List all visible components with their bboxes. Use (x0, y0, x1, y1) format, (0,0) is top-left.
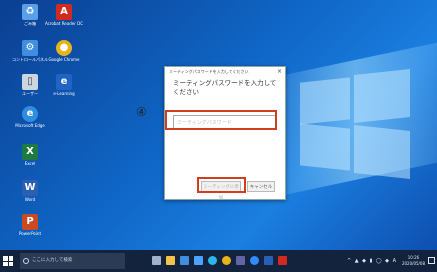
acrobat-taskbar-icon[interactable] (278, 256, 287, 265)
start-icon[interactable] (3, 256, 13, 266)
control-panel-icon: ⚙ (22, 40, 38, 56)
clock-date: 2020/05/08 (401, 261, 425, 266)
word-icon: W (22, 180, 38, 196)
excel-icon: X (22, 144, 38, 160)
password-input-highlight (165, 110, 277, 130)
acrobat-reader-icon: A (56, 4, 72, 20)
desktop-icon-excel[interactable]: X Excel (10, 144, 50, 167)
mail-icon[interactable] (194, 256, 203, 265)
explorer-icon[interactable] (166, 256, 175, 265)
chrome-icon: ● (56, 40, 72, 56)
recycle-bin-icon: ♻ (22, 4, 38, 20)
dialog-title: ミーティングパスワードを入力してください (169, 69, 249, 74)
taskbar-search-placeholder: ここに入力して検索 (32, 258, 73, 263)
desktop-icons: ♻ ごみ箱 A Acrobat Reader DC ⚙ コントロールパネル ● … (0, 0, 83, 250)
powerpoint-icon: P (22, 214, 38, 230)
notification-icon[interactable] (428, 257, 435, 264)
desktop-icon-edge[interactable]: e Microsoft Edge (10, 106, 50, 129)
teams-icon[interactable] (236, 256, 245, 265)
cancel-button[interactable]: キャンセル (247, 181, 275, 192)
zoom-icon[interactable] (250, 256, 259, 265)
desktop-icon-word[interactable]: W Word (10, 180, 50, 203)
windows-logo (300, 69, 410, 180)
join-button-highlight (197, 177, 246, 193)
store-icon[interactable] (180, 256, 189, 265)
dialog-message: ミーティングパスワードを入力してください (173, 79, 277, 96)
desktop-icon-acrobat[interactable]: A Acrobat Reader DC (44, 4, 84, 27)
taskbar-clock[interactable]: 10:26 2020/05/08 (402, 255, 425, 267)
desktop-icon-powerpoint[interactable]: P PowerPoint (10, 214, 50, 237)
chrome-taskbar-icon[interactable] (222, 256, 231, 265)
step-number-label: ④ (136, 105, 147, 119)
desktop-wallpaper: ♻ ごみ箱 A Acrobat Reader DC ⚙ コントロールパネル ● … (0, 0, 437, 250)
edge-taskbar-icon[interactable] (208, 256, 217, 265)
user-folder-icon: ▯ (22, 74, 38, 90)
desktop-icon-chrome[interactable]: ● Google Chrome (44, 40, 84, 63)
app-e-icon: e (56, 74, 72, 90)
taskbar-search-box[interactable]: ここに入力して検索 (20, 253, 125, 269)
search-icon (23, 258, 29, 264)
edge-icon: e (22, 106, 38, 122)
taskview-icon[interactable] (152, 256, 161, 265)
desktop-icon-app-e[interactable]: e e-Learning (44, 74, 84, 97)
taskbar: ここに入力して検索 ^ ▲ ◆ ▮ ◯ ◆ A 10:26 2020/05/08 (0, 250, 437, 272)
close-icon[interactable]: × (277, 67, 282, 77)
system-tray[interactable]: ^ ▲ ◆ ▮ ◯ ◆ A (347, 250, 397, 272)
word-taskbar-icon[interactable] (264, 256, 273, 265)
dialog-titlebar: ミーティングパスワードを入力してください × (165, 67, 285, 77)
